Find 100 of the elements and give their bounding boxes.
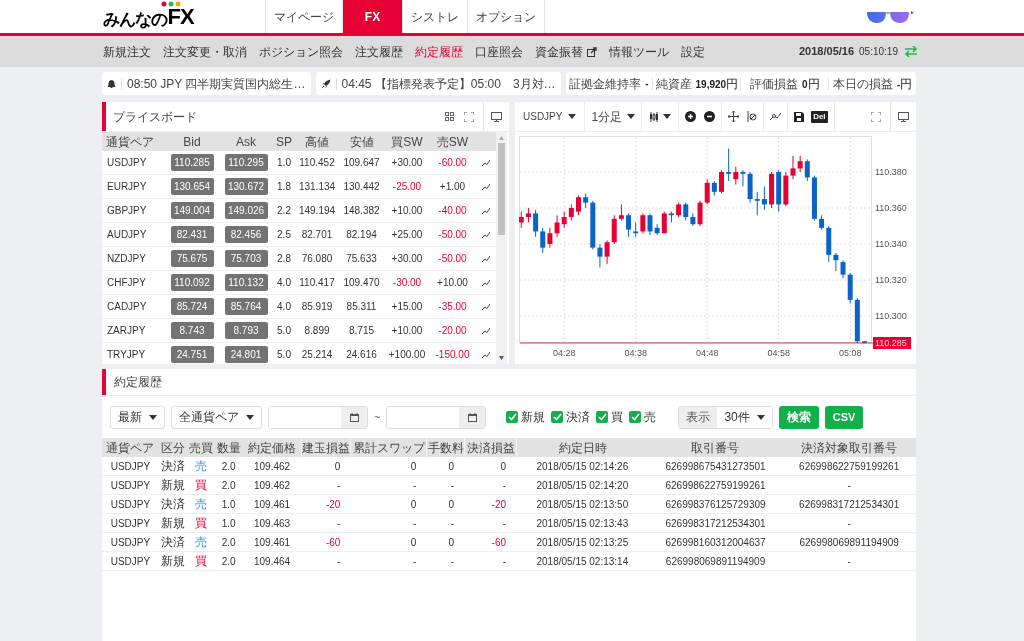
table-cell: 4.0 bbox=[277, 277, 291, 288]
table-cell: +100.00 bbox=[388, 349, 426, 360]
table-cell-text: - bbox=[337, 516, 341, 531]
table-cell-text: 626998160312004637 bbox=[665, 535, 766, 550]
table-cell: +30.00 bbox=[391, 157, 423, 168]
pair-cell: AUDJPY bbox=[107, 229, 147, 240]
column-header: 建玉損益 bbox=[301, 439, 350, 457]
table-cell: 110.452 bbox=[299, 157, 335, 168]
table-cell-text: 626998069891194909 bbox=[799, 535, 899, 550]
table-cell: +10.00 bbox=[391, 205, 423, 216]
summary-value: -円 bbox=[896, 75, 913, 93]
table-cell-text: 2.0 bbox=[221, 554, 236, 569]
table-cell: 24.616 bbox=[346, 349, 377, 360]
table-cell-text: 0 bbox=[448, 535, 455, 550]
table-cell: +1.00 bbox=[439, 181, 466, 192]
table-cell: 82.194 bbox=[346, 229, 377, 240]
table-cell: +25.00 bbox=[391, 229, 423, 240]
table-cell-text: 0 bbox=[448, 497, 455, 512]
table-cell: 130.442 bbox=[343, 181, 380, 192]
table-cell-text: 109.462 bbox=[254, 478, 291, 493]
column-header: 約定日時 bbox=[558, 439, 607, 457]
column-header: 累計スワップ bbox=[352, 439, 425, 457]
table-cell-text: 626998317212534301 bbox=[665, 516, 766, 531]
table-cell: 75.633 bbox=[346, 253, 377, 264]
table-cell-text: - bbox=[502, 478, 507, 493]
table-cell: 76.080 bbox=[301, 253, 333, 264]
table-cell: 8.715 bbox=[349, 325, 374, 336]
table-cell-text: - bbox=[412, 478, 417, 493]
column-header: SP bbox=[276, 133, 292, 151]
summary-value: - bbox=[645, 77, 649, 91]
column-header: 売買 bbox=[188, 439, 213, 457]
table-cell-text: - bbox=[847, 478, 851, 493]
table-cell-text: 2018/05/15 02:13:25 bbox=[536, 535, 629, 550]
column-header: Ask bbox=[236, 133, 256, 151]
date-text: 2018/05/16 bbox=[799, 44, 855, 60]
news-text: 04:45 【指標発表予定】05:00 3月対… bbox=[341, 75, 556, 93]
table-cell-text: 買 bbox=[194, 477, 207, 494]
table-cell: 1.0 bbox=[277, 157, 291, 168]
table-cell: 85.311 bbox=[346, 301, 377, 312]
panel-title: プライスボード bbox=[113, 108, 197, 126]
axis-label: 04:28 bbox=[552, 348, 576, 358]
table-cell-text: USDJPY bbox=[110, 497, 151, 512]
table-cell: -50.00 bbox=[438, 253, 467, 264]
table-cell-text: - bbox=[450, 478, 455, 493]
table-cell-text: USDJPY bbox=[110, 535, 151, 550]
pair-cell: GBPJPY bbox=[107, 205, 147, 216]
column-header: 買SW bbox=[391, 133, 423, 151]
table-cell: -25.00 bbox=[392, 181, 422, 192]
table-cell: -40.00 bbox=[438, 205, 467, 216]
table-cell-text: 626998317212534301 bbox=[799, 497, 900, 512]
table-cell: 5.0 bbox=[277, 325, 291, 336]
summary-value: 19,920円 bbox=[695, 75, 739, 93]
column-header: 数量 bbox=[216, 439, 241, 457]
table-cell-text: 新規 bbox=[161, 515, 186, 532]
summary-label: 純資産 bbox=[655, 75, 692, 93]
table-cell-text: -60 bbox=[491, 535, 507, 550]
table-cell: +10.00 bbox=[391, 325, 423, 336]
checkbox-label: 売 bbox=[644, 409, 657, 426]
table-cell-text: 109.463 bbox=[254, 516, 291, 531]
table-cell: -50.00 bbox=[438, 229, 467, 240]
pair-cell: CADJPY bbox=[107, 301, 147, 312]
table-cell-text: - bbox=[502, 554, 507, 569]
axis-label: 04:38 bbox=[624, 348, 647, 358]
table-cell-text: -60 bbox=[325, 535, 341, 550]
table-cell-text: 決済 bbox=[161, 458, 186, 475]
table-cell-text: 626998069891194909 bbox=[665, 554, 766, 569]
table-cell-text: -20 bbox=[491, 497, 507, 512]
pair-cell: ZARJPY bbox=[107, 325, 146, 336]
panel-title: 約定履歴 bbox=[114, 374, 162, 391]
table-cell-text: - bbox=[847, 554, 851, 569]
table-cell-text: - bbox=[450, 554, 455, 569]
table-cell-text: 2.0 bbox=[221, 535, 236, 550]
column-header: 取引番号 bbox=[691, 439, 740, 457]
table-cell: 2.8 bbox=[277, 253, 291, 264]
table-cell: 4.0 bbox=[277, 301, 291, 312]
table-cell-text: 売 bbox=[194, 534, 207, 551]
pair-cell: TRYJPY bbox=[107, 349, 146, 360]
column-header: 安値 bbox=[349, 133, 374, 151]
table-cell-text: 2.0 bbox=[221, 459, 236, 474]
table-cell-text: - bbox=[412, 554, 417, 569]
table-cell-text: 新規 bbox=[161, 477, 186, 494]
summary-label: 評価損益 bbox=[749, 75, 798, 93]
table-cell: -30.00 bbox=[392, 277, 422, 288]
summary-label: 証拠金維持率 bbox=[569, 75, 642, 93]
table-cell: -60.00 bbox=[438, 157, 467, 168]
column-header: Bid bbox=[183, 133, 201, 151]
axis-label: 110.360 bbox=[875, 203, 907, 214]
checkbox-label: 新規 bbox=[521, 409, 546, 426]
table-cell-text: 626998376125729309 bbox=[665, 497, 766, 512]
table-cell-text: USDJPY bbox=[110, 554, 151, 569]
checkbox-label: 決済 bbox=[566, 409, 591, 426]
table-cell-text: - bbox=[847, 516, 851, 531]
table-cell: 2.5 bbox=[277, 229, 291, 240]
table-cell-text: - bbox=[337, 478, 341, 493]
table-cell: 149.194 bbox=[298, 205, 336, 216]
table-cell-text: 109.462 bbox=[254, 459, 291, 474]
table-cell: 109.647 bbox=[343, 157, 380, 168]
table-cell: +15.00 bbox=[391, 301, 423, 312]
column-header: 手数料 bbox=[427, 439, 464, 457]
table-cell-text: 0 bbox=[448, 459, 455, 474]
